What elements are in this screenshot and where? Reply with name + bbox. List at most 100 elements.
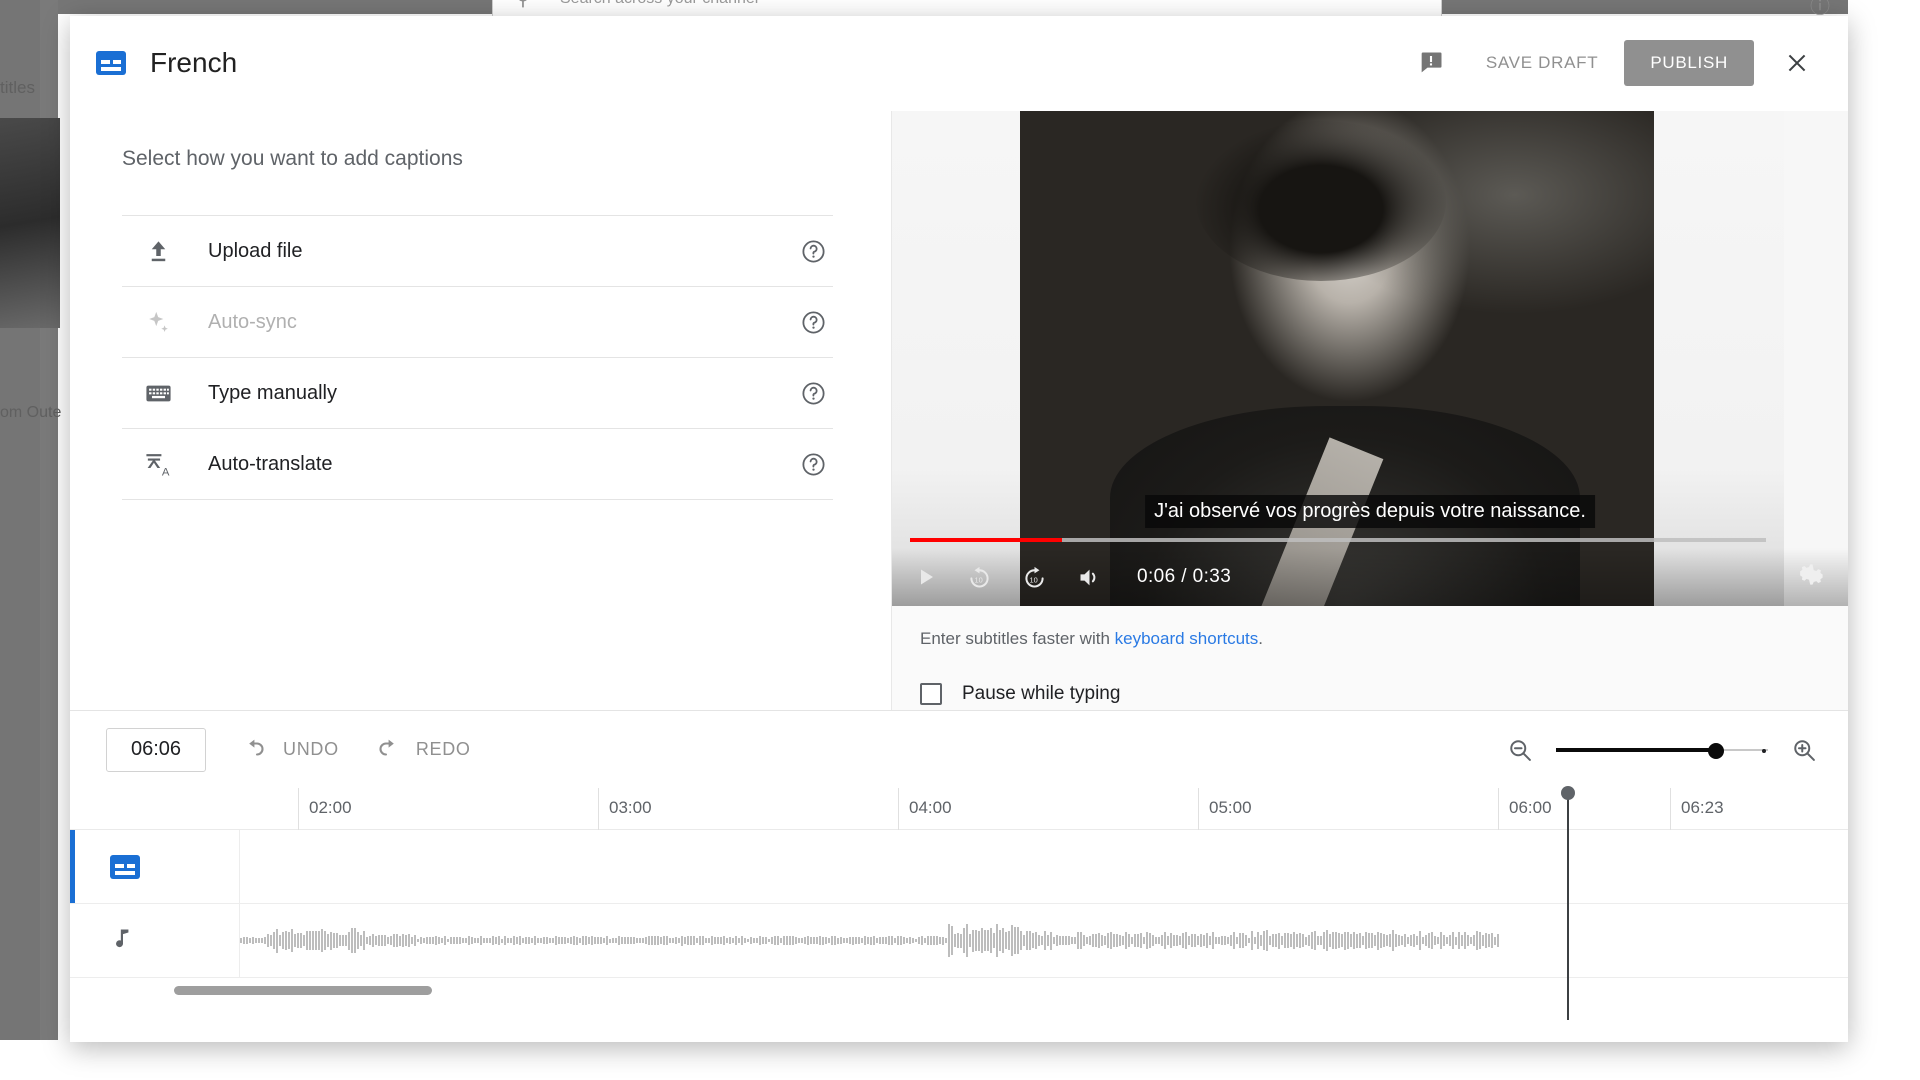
timeline-zoom-slider[interactable] (1556, 740, 1768, 760)
option-type-manually[interactable]: Type manually (122, 358, 833, 429)
zoom-slider-thumb[interactable] (1708, 743, 1724, 759)
playhead-handle[interactable] (1561, 786, 1575, 800)
save-draft-button[interactable]: SAVE DRAFT (1468, 41, 1616, 85)
waveform-bar (312, 931, 314, 950)
redo-button[interactable]: REDO (373, 735, 471, 764)
video-player[interactable]: J'ai observé vos progrès depuis votre na… (892, 111, 1848, 606)
waveform-bar (672, 938, 674, 942)
scrollbar-thumb[interactable] (174, 986, 432, 995)
gear-icon[interactable] (1799, 561, 1826, 593)
help-icon[interactable] (800, 309, 827, 336)
waveform-bar (1173, 935, 1175, 947)
waveform-bar (1203, 935, 1205, 945)
waveform-bar (909, 937, 911, 943)
waveform-bar (1449, 935, 1451, 945)
waveform-bar (348, 932, 350, 950)
waveform-bar (1041, 936, 1043, 946)
track-header-captions[interactable] (70, 830, 240, 903)
waveform-bar (507, 938, 509, 943)
player-progress-bar[interactable] (910, 538, 1766, 542)
option-upload-file[interactable]: Upload file (122, 216, 833, 287)
help-icon[interactable] (800, 451, 827, 478)
waveform-bar (1044, 931, 1046, 950)
waveform-bar (426, 937, 428, 943)
waveform-bar (246, 937, 248, 943)
svg-text:A: A (161, 466, 169, 478)
undo-button[interactable]: UNDO (240, 735, 339, 764)
timeline-toolbar: 06:06 UNDO REDO (70, 710, 1848, 788)
timecode-input[interactable]: 06:06 (106, 728, 206, 772)
zoom-out-icon[interactable] (1506, 736, 1534, 764)
waveform-bar (1380, 933, 1382, 947)
waveform-bar (849, 937, 851, 943)
captions-track-body[interactable] (240, 830, 1848, 903)
waveform-bar (393, 934, 395, 947)
track-row[interactable] (70, 830, 1848, 904)
pause-while-typing-row[interactable]: Pause while typing (920, 683, 1120, 705)
waveform-bar (321, 929, 323, 952)
waveform-bar (663, 936, 665, 945)
waveform-bar (579, 938, 581, 943)
auto-sync-sparkle-icon (132, 309, 184, 336)
caption-method-list: Upload file (122, 215, 833, 500)
waveform-bar (1338, 933, 1340, 948)
waveform-bar (591, 936, 593, 945)
waveform-bar (1092, 934, 1094, 946)
forward-10-icon[interactable]: 10 (1021, 564, 1048, 591)
waveform-bar (792, 936, 794, 946)
track-header-audio[interactable] (70, 904, 240, 977)
timeline-ruler[interactable]: 02:00 03:00 04:00 05:00 06:00 06:23 (70, 788, 1848, 830)
waveform-bar (576, 937, 578, 945)
waveform-bar (1257, 932, 1259, 949)
player-controls: 10 10 (892, 548, 1848, 606)
waveform-bar (729, 937, 731, 944)
waveform-bar (564, 937, 566, 943)
waveform-bar (957, 933, 959, 947)
timeline-playhead[interactable] (1567, 792, 1569, 1020)
waveform-bar (948, 924, 950, 957)
waveform-bar (573, 936, 575, 944)
volume-icon[interactable] (1076, 564, 1103, 591)
sidebar-item-subtitles[interactable]: titles (0, 78, 35, 98)
waveform-bar (894, 938, 896, 944)
waveform-bar (675, 937, 677, 944)
pause-while-typing-checkbox[interactable] (920, 683, 942, 705)
close-icon[interactable] (1772, 38, 1822, 88)
translate-icon: A (132, 450, 184, 479)
waveform-bar (450, 937, 452, 945)
waveform-bar (690, 936, 692, 945)
feedback-icon[interactable] (1408, 40, 1454, 86)
replay-10-icon[interactable]: 10 (966, 564, 993, 591)
waveform-bar (1404, 934, 1406, 947)
video-thumbnail (0, 118, 60, 328)
play-icon[interactable] (914, 565, 938, 589)
waveform-bar (435, 936, 437, 945)
waveform-bar (1017, 927, 1019, 953)
publish-button[interactable]: PUBLISH (1624, 40, 1754, 86)
waveform-bar (624, 937, 626, 944)
waveform-bar (1428, 933, 1430, 948)
waveform-bar (966, 924, 968, 957)
waveform-bar (612, 938, 614, 943)
waveform-bar (1374, 935, 1376, 946)
waveform-bar (1350, 934, 1352, 946)
zoom-in-icon[interactable] (1790, 736, 1818, 764)
waveform-bar (600, 937, 602, 944)
help-icon[interactable] (800, 380, 827, 407)
option-auto-translate[interactable]: A Auto-translate (122, 429, 833, 500)
waveform-bar (462, 938, 464, 942)
waveform-bar (645, 937, 647, 944)
audio-track-body[interactable] (240, 904, 1848, 977)
waveform-bar (1161, 935, 1163, 945)
help-icon[interactable] (800, 238, 827, 265)
waveform-bar (297, 933, 299, 949)
waveform-bar (867, 937, 869, 943)
waveform-bar (531, 938, 533, 943)
waveform-bar (927, 936, 929, 945)
track-row[interactable] (70, 904, 1848, 978)
timeline-horizontal-scrollbar[interactable] (70, 978, 1848, 1008)
keyboard-shortcuts-link[interactable]: keyboard shortcuts (1115, 629, 1259, 648)
waveform-bar (1329, 934, 1331, 947)
waveform-bar (621, 937, 623, 944)
waveform-bar (1458, 932, 1460, 949)
